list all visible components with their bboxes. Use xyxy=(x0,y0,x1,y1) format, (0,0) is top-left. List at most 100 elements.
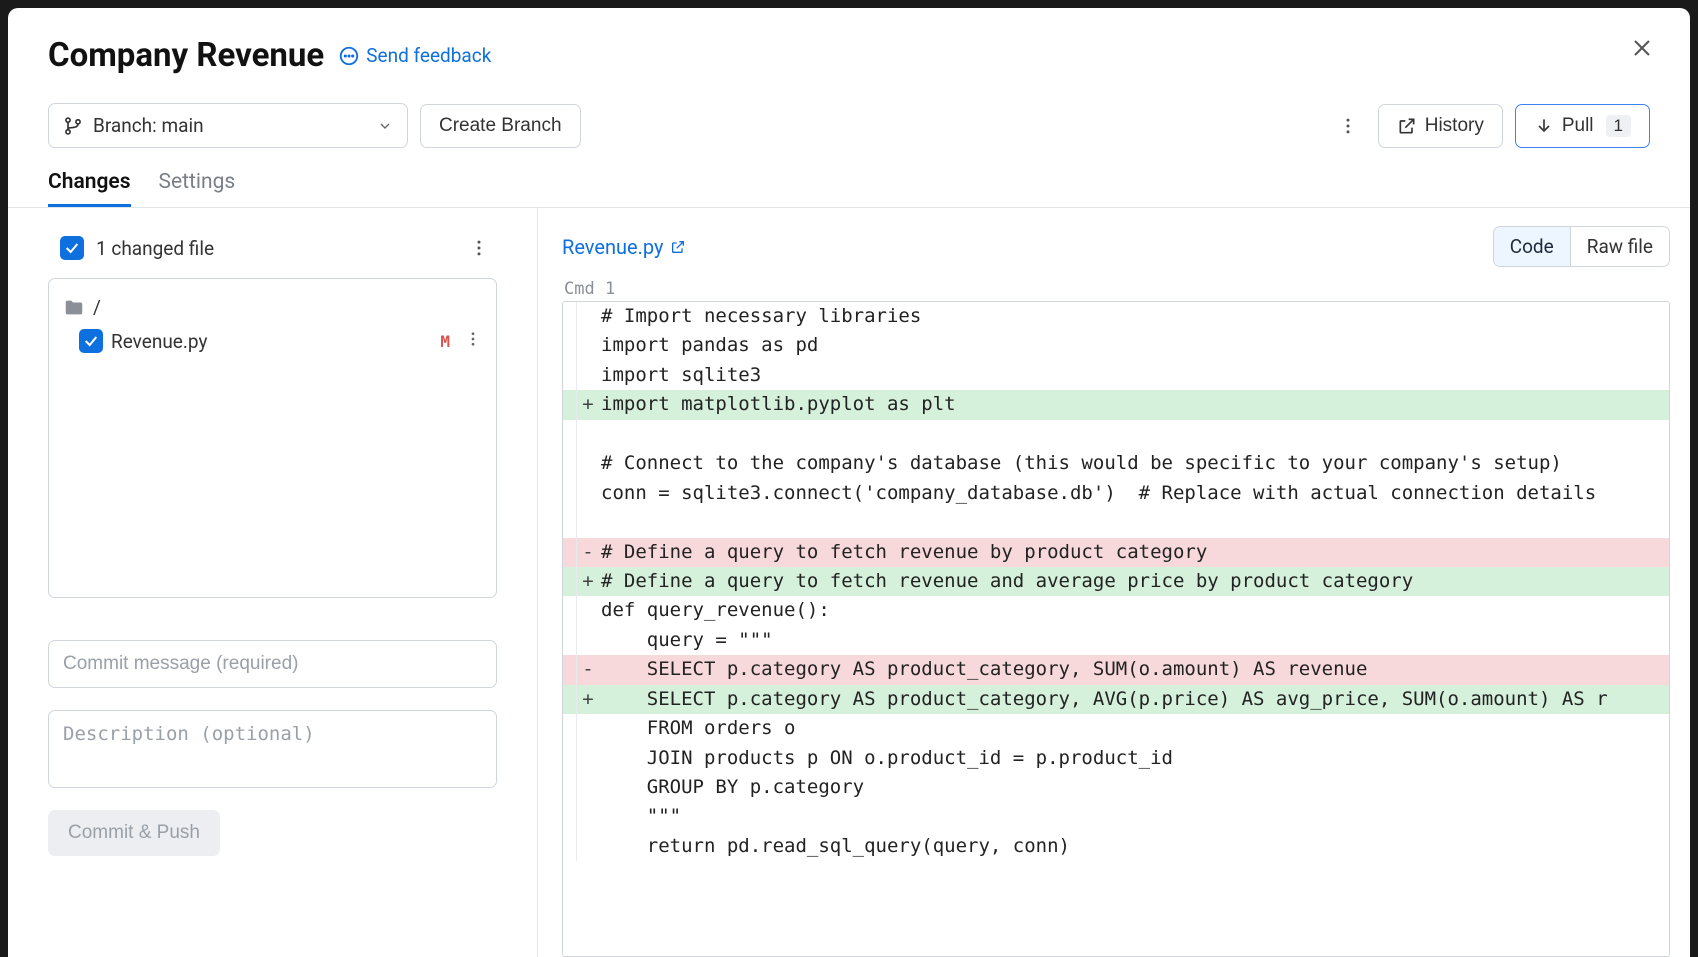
diff-gutter xyxy=(563,538,577,567)
file-checkbox[interactable] xyxy=(79,329,103,353)
check-icon xyxy=(83,333,99,349)
diff-body[interactable]: # Import necessary libraries import pand… xyxy=(562,301,1670,957)
changed-files-label: 1 changed file xyxy=(96,237,214,260)
diff-marker xyxy=(577,479,599,508)
diff-line: """ xyxy=(563,802,1669,831)
file-name: Revenue.py xyxy=(111,330,207,353)
diff-code xyxy=(599,420,601,449)
cmd-label: Cmd 1 xyxy=(562,277,1670,301)
diff-marker: + xyxy=(577,567,599,596)
root-label: / xyxy=(93,296,101,319)
check-icon xyxy=(64,240,80,256)
chat-icon xyxy=(338,45,360,67)
diff-line: # Connect to the company's database (thi… xyxy=(563,449,1669,478)
diff-marker xyxy=(577,773,599,802)
view-toggle: Code Raw file xyxy=(1493,226,1670,267)
external-link-icon xyxy=(670,239,686,255)
close-icon xyxy=(1630,36,1654,60)
diff-gutter xyxy=(563,331,577,360)
tab-changes[interactable]: Changes xyxy=(48,170,131,207)
diff-line: -# Define a query to fetch revenue by pr… xyxy=(563,538,1669,567)
diff-line xyxy=(563,420,1669,449)
create-branch-label: Create Branch xyxy=(439,115,562,137)
tree-root[interactable]: / xyxy=(57,291,488,324)
tab-settings[interactable]: Settings xyxy=(159,170,236,207)
diff-code: """ xyxy=(599,802,681,831)
download-icon xyxy=(1534,116,1554,136)
tree-file-row[interactable]: Revenue.py M xyxy=(57,324,488,358)
content: 1 changed file / Revenue.py M xyxy=(8,208,1690,957)
feedback-link[interactable]: Send feedback xyxy=(338,44,491,67)
page-title: Company Revenue xyxy=(48,36,324,75)
diff-gutter xyxy=(563,390,577,419)
history-button[interactable]: History xyxy=(1378,104,1503,148)
diff-line xyxy=(563,508,1669,537)
git-modal: Company Revenue Send feedback Branch: ma… xyxy=(8,8,1690,957)
diff-gutter xyxy=(563,714,577,743)
commit-description-input[interactable] xyxy=(48,710,497,788)
file-more-button[interactable] xyxy=(464,330,482,353)
diff-file-name: Revenue.py xyxy=(562,235,664,259)
diff-gutter xyxy=(563,479,577,508)
diff-gutter xyxy=(563,832,577,861)
diff-marker: - xyxy=(577,538,599,567)
diff-line: - SELECT p.category AS product_category,… xyxy=(563,655,1669,684)
diff-gutter xyxy=(563,420,577,449)
diff-code: # Define a query to fetch revenue and av… xyxy=(599,567,1413,596)
diff-code xyxy=(599,508,601,537)
diff-line: import pandas as pd xyxy=(563,331,1669,360)
diff-code: import matplotlib.pyplot as plt xyxy=(599,390,956,419)
select-all-checkbox[interactable] xyxy=(60,236,84,260)
diff-code: SELECT p.category AS product_category, A… xyxy=(599,685,1608,714)
diff-marker xyxy=(577,508,599,537)
diff-gutter xyxy=(563,508,577,537)
close-button[interactable] xyxy=(1624,30,1660,66)
code-view-tab[interactable]: Code xyxy=(1494,227,1571,266)
diff-marker xyxy=(577,331,599,360)
diff-marker xyxy=(577,744,599,773)
branch-select[interactable]: Branch: main xyxy=(48,103,408,148)
diff-line: + SELECT p.category AS product_category,… xyxy=(563,685,1669,714)
diff-line: +import matplotlib.pyplot as plt xyxy=(563,390,1669,419)
changed-files-row: 1 changed file xyxy=(48,222,497,278)
create-branch-button[interactable]: Create Branch xyxy=(420,104,581,148)
diff-line: # Import necessary libraries xyxy=(563,302,1669,331)
pull-button[interactable]: Pull 1 xyxy=(1515,104,1650,148)
diff-code: conn = sqlite3.connect('company_database… xyxy=(599,479,1596,508)
diff-code: import sqlite3 xyxy=(599,361,761,390)
chevron-down-icon xyxy=(377,118,393,134)
diff-code: GROUP BY p.category xyxy=(599,773,864,802)
file-tree: / Revenue.py M xyxy=(48,278,497,598)
diff-marker xyxy=(577,832,599,861)
diff-marker xyxy=(577,302,599,331)
changed-files-more-button[interactable] xyxy=(461,230,497,266)
more-vertical-icon xyxy=(464,330,482,348)
diff-code: FROM orders o xyxy=(599,714,795,743)
diff-code: SELECT p.category AS product_category, S… xyxy=(599,655,1367,684)
diff-marker xyxy=(577,596,599,625)
commit-message-input[interactable] xyxy=(48,640,497,688)
diff-line: FROM orders o xyxy=(563,714,1669,743)
diff-gutter xyxy=(563,302,577,331)
diff-gutter xyxy=(563,361,577,390)
branch-icon xyxy=(63,116,83,136)
sidebar: 1 changed file / Revenue.py M xyxy=(8,208,538,957)
diff-gutter xyxy=(563,655,577,684)
diff-gutter xyxy=(563,685,577,714)
diff-gutter xyxy=(563,596,577,625)
diff-code: query = """ xyxy=(599,626,773,655)
diff-marker xyxy=(577,802,599,831)
diff-marker xyxy=(577,420,599,449)
diff-code: # Import necessary libraries xyxy=(599,302,921,331)
diff-gutter xyxy=(563,802,577,831)
diff-gutter xyxy=(563,773,577,802)
commit-push-button[interactable]: Commit & Push xyxy=(48,810,220,856)
diff-code: def query_revenue(): xyxy=(599,596,830,625)
external-link-icon xyxy=(1397,116,1417,136)
toolbar-more-button[interactable] xyxy=(1330,108,1366,144)
diff-pane: Revenue.py Code Raw file Cmd 1 # Import … xyxy=(538,208,1690,957)
diff-line: JOIN products p ON o.product_id = p.prod… xyxy=(563,744,1669,773)
diff-file-link[interactable]: Revenue.py xyxy=(562,235,686,259)
raw-file-tab[interactable]: Raw file xyxy=(1571,227,1669,266)
diff-marker: + xyxy=(577,390,599,419)
